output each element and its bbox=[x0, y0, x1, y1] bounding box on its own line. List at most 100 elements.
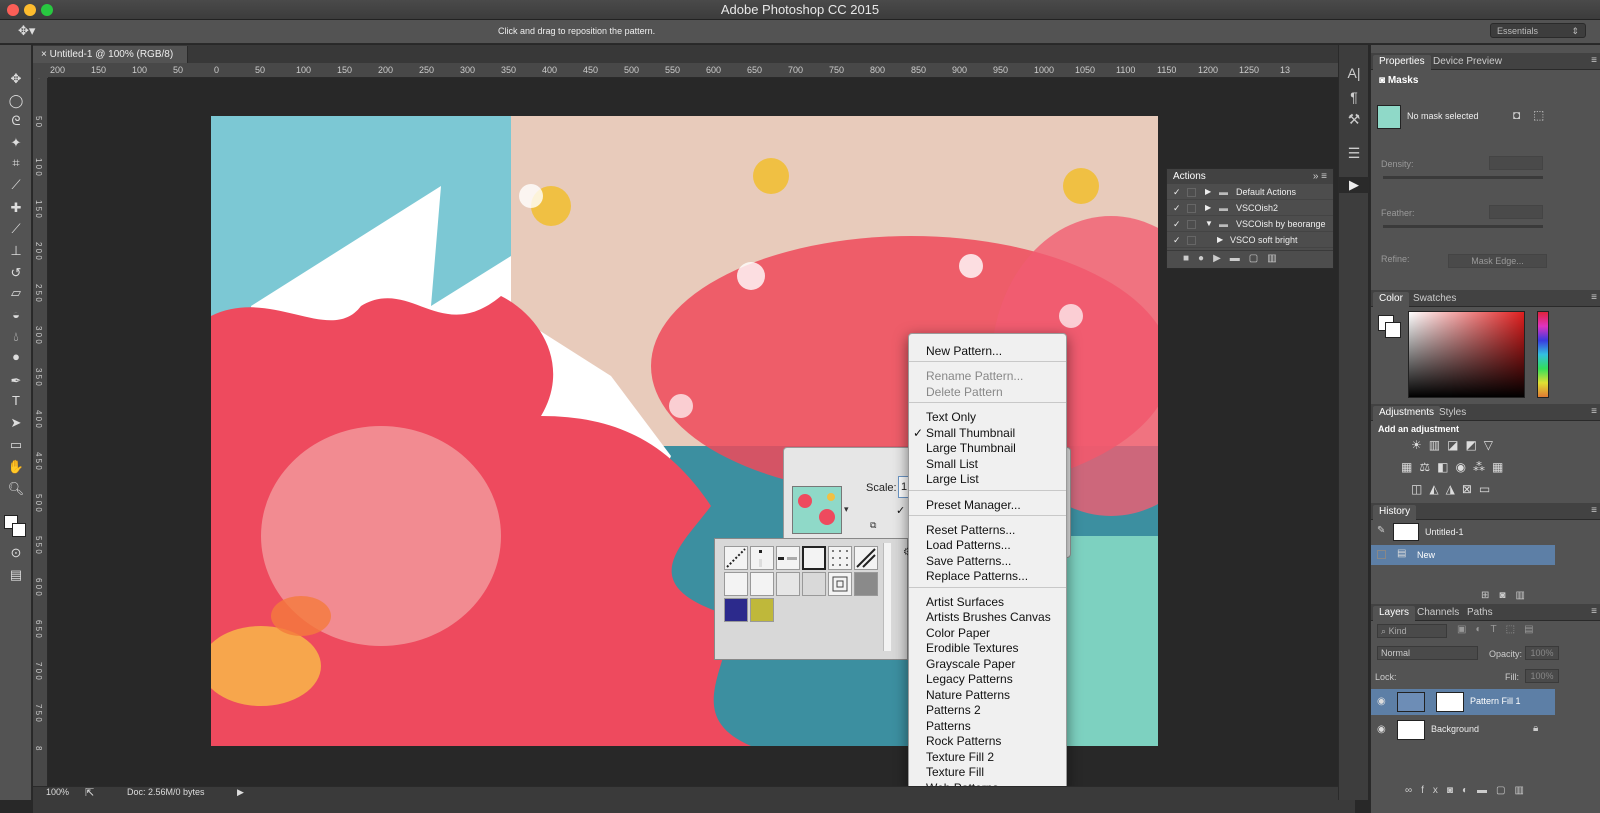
brush-tool-icon[interactable]: ⟋ bbox=[6, 219, 26, 239]
path-selection-tool-icon[interactable]: ➤ bbox=[6, 413, 26, 433]
close-window-button[interactable] bbox=[7, 4, 19, 16]
menu-item[interactable]: Texture Fill 2 bbox=[926, 750, 994, 765]
pattern-fill-thumbnail[interactable] bbox=[1397, 692, 1425, 712]
tab-history[interactable]: History bbox=[1373, 505, 1417, 520]
blend-mode-select[interactable]: Normal bbox=[1377, 646, 1478, 660]
add-vector-mask-icon[interactable]: ⬚ bbox=[1533, 108, 1544, 122]
new-set-icon[interactable]: ▬ bbox=[1230, 253, 1249, 264]
type-tool-icon[interactable]: T bbox=[6, 391, 26, 411]
workspace-switcher[interactable]: Essentials ⇕ bbox=[1490, 23, 1586, 38]
panel-menu-icon[interactable]: » ≡ bbox=[1313, 169, 1327, 184]
curves-icon[interactable]: ◪ bbox=[1447, 438, 1465, 452]
layer-filter-select[interactable]: ⌕ Kind bbox=[1377, 624, 1447, 638]
pattern-swatch[interactable] bbox=[724, 546, 748, 570]
marquee-tool-icon[interactable]: ◯ bbox=[6, 91, 26, 111]
link-checkbox-icon[interactable]: ✓ bbox=[896, 504, 905, 517]
history-state-new[interactable]: ▤ New bbox=[1371, 545, 1555, 565]
menu-item[interactable]: Reset Patterns... bbox=[926, 523, 1015, 538]
collapsed-triangle-icon[interactable]: ▶ bbox=[1205, 200, 1211, 216]
camera-icon[interactable]: ◙ bbox=[1499, 590, 1515, 601]
menu-item[interactable]: Erodible Textures bbox=[926, 641, 1019, 656]
share-icon[interactable]: ⇱ bbox=[85, 786, 94, 799]
visibility-eye-icon[interactable]: ◉ bbox=[1377, 724, 1386, 735]
expanded-triangle-icon[interactable]: ▼ bbox=[1205, 216, 1213, 232]
quick-mask-icon[interactable]: ⊙ bbox=[6, 543, 26, 563]
photo-filter-icon[interactable]: ◉ bbox=[1455, 460, 1472, 474]
lasso-tool-icon[interactable]: ᘓ bbox=[6, 111, 26, 131]
menu-item[interactable]: Rock Patterns bbox=[926, 734, 1001, 749]
panel-menu-icon[interactable]: ≡ bbox=[1591, 505, 1597, 516]
pattern-preview[interactable] bbox=[792, 486, 842, 534]
actions-panel-icon[interactable]: ▶ bbox=[1339, 177, 1369, 193]
trash-icon[interactable]: ▥ bbox=[1267, 253, 1285, 264]
history-snapshot[interactable]: ✎ Untitled-1 bbox=[1371, 521, 1600, 543]
tab-properties[interactable]: Properties bbox=[1373, 55, 1431, 70]
history-brush-source-icon[interactable]: ✎ bbox=[1377, 525, 1385, 536]
menu-item[interactable]: Text Only bbox=[926, 410, 976, 425]
zoom-level[interactable]: 100% bbox=[46, 787, 69, 797]
character-icon[interactable]: A| bbox=[1339, 65, 1369, 81]
tab-color[interactable]: Color bbox=[1373, 292, 1409, 307]
dodge-tool-icon[interactable]: ● bbox=[6, 347, 26, 367]
pattern-swatch[interactable] bbox=[854, 572, 878, 596]
action-set-row[interactable]: ✓ ▶ ▬ Default Actions bbox=[1167, 184, 1333, 200]
mask-edge-button[interactable]: Mask Edge... bbox=[1448, 254, 1547, 268]
channel-mixer-icon[interactable]: ⁂ bbox=[1473, 460, 1492, 474]
new-document-from-state-icon[interactable]: ⊞ bbox=[1481, 590, 1499, 601]
posterize-icon[interactable]: ◭ bbox=[1429, 482, 1445, 496]
color-balance-icon[interactable]: ⚖ bbox=[1419, 460, 1437, 474]
group-icon[interactable]: ▬ bbox=[1477, 785, 1496, 796]
paragraph-icon[interactable]: ¶ bbox=[1339, 89, 1369, 105]
document-tab[interactable]: × Untitled-1 @ 100% (RGB/8) bbox=[33, 46, 188, 63]
crop-tool-icon[interactable]: ⌗ bbox=[6, 153, 26, 173]
new-layer-icon[interactable]: ▢ bbox=[1496, 785, 1514, 796]
menu-item[interactable]: Patterns 2 bbox=[926, 703, 981, 718]
density-field[interactable] bbox=[1489, 156, 1543, 170]
zoom-window-button[interactable] bbox=[41, 4, 53, 16]
menu-item[interactable]: Color Paper bbox=[926, 626, 990, 641]
action-set-row[interactable]: ✓ ▼ ▬ VSCOish by beorange bbox=[1167, 216, 1333, 232]
menu-item[interactable]: Patterns bbox=[926, 719, 971, 734]
ruler-origin[interactable] bbox=[33, 63, 48, 78]
eraser-tool-icon[interactable]: ▱ bbox=[6, 283, 26, 303]
toggle-check-icon[interactable]: ✓ bbox=[1173, 200, 1181, 216]
color-lookup-icon[interactable]: ▦ bbox=[1492, 460, 1510, 474]
color-field[interactable] bbox=[1408, 311, 1525, 398]
shape-filter-icon[interactable]: ⬚ bbox=[1506, 624, 1524, 635]
hand-tool-icon[interactable]: ✋ bbox=[6, 457, 26, 477]
panel-menu-icon[interactable]: ≡ bbox=[1591, 406, 1597, 417]
trash-icon[interactable]: ▥ bbox=[1514, 785, 1532, 796]
density-slider[interactable] bbox=[1383, 176, 1543, 179]
pattern-swatch[interactable] bbox=[724, 572, 748, 596]
play-icon[interactable]: ▶ bbox=[1213, 253, 1230, 264]
menu-item[interactable]: Grayscale Paper bbox=[926, 657, 1015, 672]
hue-slider[interactable] bbox=[1537, 311, 1549, 398]
levels-icon[interactable]: ▥ bbox=[1429, 438, 1447, 452]
pattern-swatch[interactable] bbox=[828, 546, 852, 570]
toggle-check-icon[interactable]: ✓ bbox=[1173, 184, 1181, 200]
selective-color-icon[interactable]: ⊠ bbox=[1462, 482, 1479, 496]
pattern-swatch[interactable] bbox=[776, 572, 800, 596]
brush-presets-icon[interactable]: ⚒ bbox=[1339, 111, 1369, 128]
feather-slider[interactable] bbox=[1383, 225, 1543, 228]
vibrance-icon[interactable]: ▽ bbox=[1484, 438, 1500, 452]
pattern-swatch[interactable] bbox=[854, 546, 878, 570]
pattern-swatch[interactable] bbox=[802, 572, 826, 596]
layer-mask-thumbnail[interactable] bbox=[1436, 692, 1464, 712]
history-state-checkbox[interactable] bbox=[1377, 550, 1386, 559]
collapsed-triangle-icon[interactable]: ▶ bbox=[1217, 232, 1223, 248]
tab-swatches[interactable]: Swatches bbox=[1407, 292, 1462, 307]
black-white-icon[interactable]: ◧ bbox=[1437, 460, 1455, 474]
record-icon[interactable]: ● bbox=[1198, 253, 1213, 264]
snap-origin-icon[interactable]: ⧉ bbox=[870, 520, 876, 531]
menu-item[interactable]: New Pattern... bbox=[926, 344, 1002, 359]
menu-item[interactable]: Large Thumbnail bbox=[926, 441, 1016, 456]
dialog-toggle[interactable] bbox=[1187, 188, 1196, 197]
adjustment-layer-icon[interactable]: ◐ bbox=[1462, 785, 1477, 796]
status-menu-icon[interactable]: ▶ bbox=[237, 787, 244, 798]
move-tool-icon[interactable]: ✥ bbox=[6, 69, 26, 89]
horizontal-ruler[interactable]: 200 150 100 50 0 50 100 150 200 250 300 350 400 450 50… bbox=[48, 63, 1353, 78]
panel-menu-icon[interactable]: ≡ bbox=[1591, 606, 1597, 617]
adjustment-filter-icon[interactable]: ◐ bbox=[1475, 624, 1490, 635]
menu-item[interactable]: Load Patterns... bbox=[926, 538, 1011, 553]
